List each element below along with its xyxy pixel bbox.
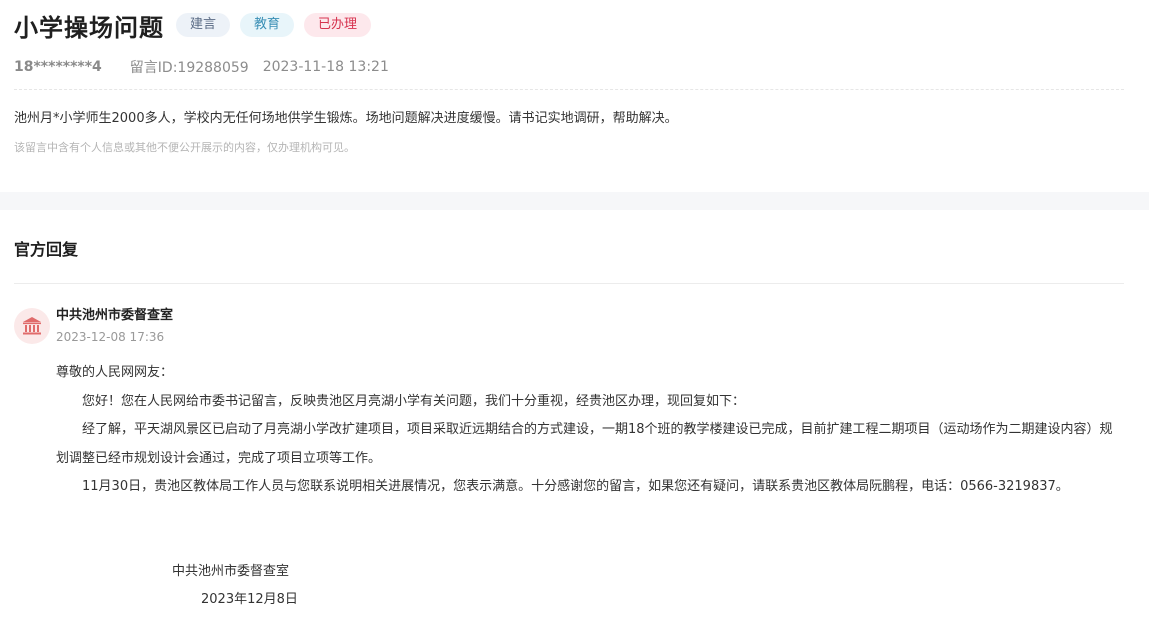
reply-body: 尊敬的人民网网友： 您好！您在人民网给市委书记留言，反映贵池区月亮湖小学有关问题… [56,359,1124,502]
tag-field[interactable]: 教育 [240,13,295,37]
signature-date: 2023年12月8日 [201,591,298,607]
reply-paragraph: 经了解，平天湖风景区已启动了月亮湖小学改扩建项目，项目采取近远期结合的方式建设，… [56,422,1113,466]
reply-paragraph: 11月30日，贵池区教体局工作人员与您联系说明相关进展情况，您表示满意。十分感谢… [82,479,1069,494]
message-card: 小学操场问题 建言 教育 已办理 18********4 留言ID:192880… [0,0,1149,186]
message-meta: 18********4 留言ID:19288059 2023-11-18 13:… [14,57,1124,90]
reply-org-name: 中共池州市委督查室 [56,308,174,323]
reply-greeting: 尊敬的人民网网友： [56,365,174,380]
tag-type[interactable]: 建言 [176,13,231,37]
page-title: 小学操场问题 [14,13,164,42]
reply-header: 中共池州市委督查室 2023-12-08 17:36 [14,307,1135,345]
status-badge: 已办理 [304,13,372,37]
message-body: 池州月*小学师生2000多人，学校内无任何场地供学生锻炼。场地问题解决进度缓慢。… [14,111,678,126]
reply-signature: 中共池州市委督查室 2023年12月8日 [172,558,1135,614]
reply-time: 2023-12-08 17:36 [56,330,165,344]
section-divider [0,192,1149,210]
reply-org-info: 中共池州市委督查室 2023-12-08 17:36 [56,307,173,345]
reply-section-title: 官方回复 [14,210,1124,284]
author-name: 18********4 [14,59,102,75]
message-datetime: 2023-11-18 13:21 [262,59,389,75]
official-reply-section: 官方回复 中共池州市委督查室 2023-12-08 17:36 尊敬的人民网网友… [0,210,1149,614]
title-row: 小学操场问题 建言 教育 已办理 [14,10,1135,42]
privacy-note: 该留言中含有个人信息或其他不便公开展示的内容，仅办理机构可见。 [14,141,355,154]
message-id: 留言ID:19288059 [129,60,249,76]
reply-paragraph: 您好！您在人民网给市委书记留言，反映贵池区月亮湖小学有关问题，我们十分重视，经贵… [82,393,746,409]
government-building-icon [14,308,50,344]
signature-org: 中共池州市委督查室 [172,563,290,579]
